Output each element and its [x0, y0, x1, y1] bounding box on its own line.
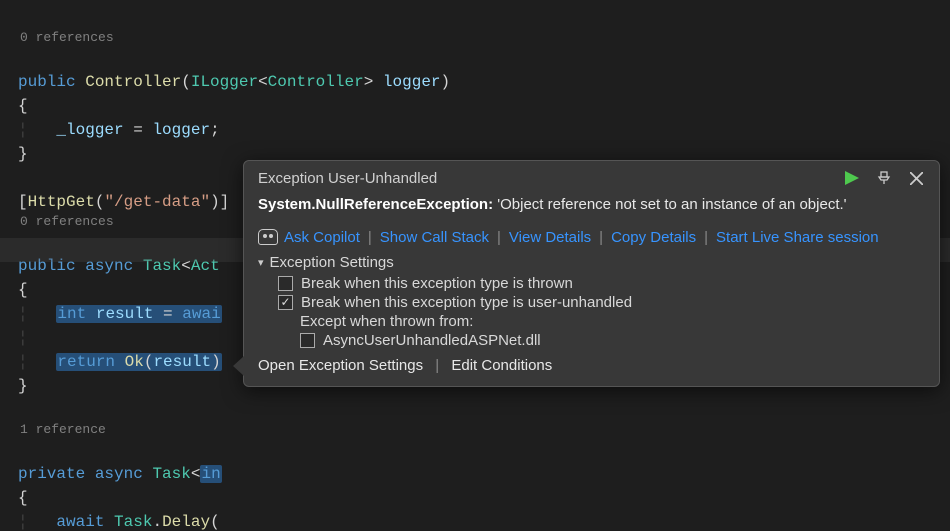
except-module-label: AsyncUserUnhandledASPNet.dll: [323, 332, 541, 349]
except-when-thrown-from-label: Except when thrown from:: [300, 313, 925, 330]
chevron-down-icon: ▾: [258, 256, 264, 269]
exception-helper-popup: Exception User-Unhandled System.NullRefe…: [243, 160, 940, 387]
edit-conditions-link[interactable]: Edit Conditions: [451, 357, 552, 374]
codelens-references[interactable]: 1 reference: [18, 422, 950, 438]
except-module-checkbox[interactable]: [300, 333, 315, 348]
copilot-icon: [258, 229, 278, 245]
live-share-link[interactable]: Start Live Share session: [716, 229, 879, 246]
continue-icon[interactable]: [843, 169, 861, 187]
copy-details-link[interactable]: Copy Details: [611, 229, 696, 246]
exception-message: System.NullReferenceException: 'Object r…: [258, 195, 925, 215]
codelens-references[interactable]: 0 references: [18, 30, 950, 46]
ask-copilot-link[interactable]: Ask Copilot: [284, 229, 360, 246]
type-controller: Controller: [268, 73, 364, 91]
constructor-name: Controller: [85, 73, 181, 91]
show-call-stack-link[interactable]: Show Call Stack: [380, 229, 489, 246]
exception-settings-toggle[interactable]: ▾ Exception Settings: [258, 254, 925, 271]
field-logger: _logger: [56, 121, 123, 139]
break-when-thrown-label: Break when this exception type is thrown: [301, 275, 573, 292]
kw-public: public: [18, 73, 76, 91]
break-when-thrown-checkbox[interactable]: [278, 276, 293, 291]
open-exception-settings-link[interactable]: Open Exception Settings: [258, 357, 423, 374]
attribute-httpget: HttpGet: [28, 193, 95, 211]
pin-icon[interactable]: [875, 169, 893, 187]
type-ilogger: ILogger: [191, 73, 258, 91]
break-when-user-unhandled-checkbox[interactable]: [278, 295, 293, 310]
view-details-link[interactable]: View Details: [509, 229, 591, 246]
param-logger: logger: [383, 73, 441, 91]
popup-action-links: Ask Copilot | Show Call Stack | View Det…: [258, 229, 925, 246]
close-icon[interactable]: [907, 169, 925, 187]
popup-title: Exception User-Unhandled: [258, 170, 437, 187]
break-when-user-unhandled-label: Break when this exception type is user-u…: [301, 294, 632, 311]
